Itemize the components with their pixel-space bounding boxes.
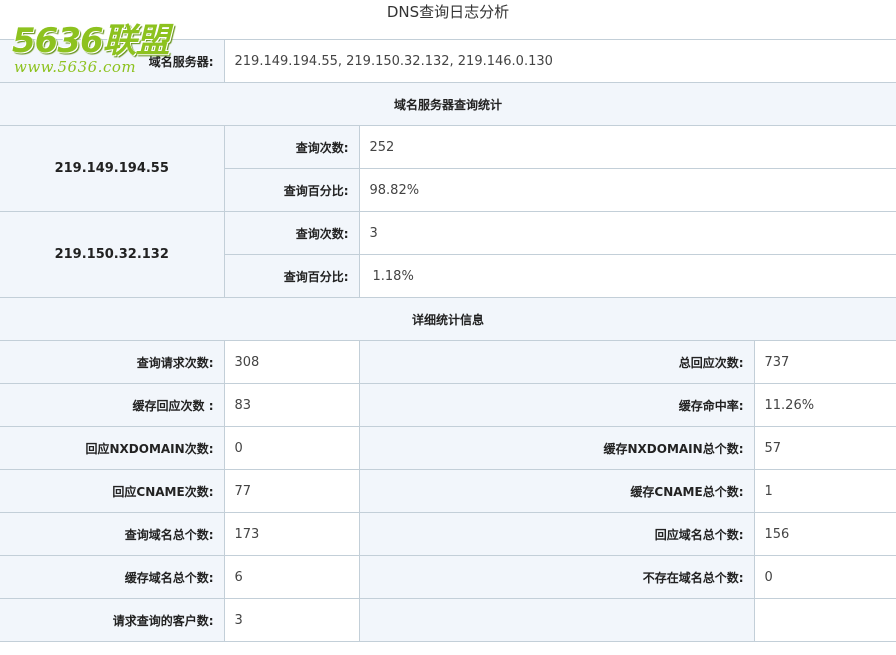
detail-label-right: 缓存CNAME总个数: xyxy=(358,469,755,513)
detail-label-right: 缓存NXDOMAIN总个数: xyxy=(358,426,755,470)
detail-row: 查询请求次数: 308 总回应次数: 737 xyxy=(0,340,896,384)
server-stats-heading: 域名服务器查询统计 xyxy=(0,82,896,126)
detail-value-left: 173 xyxy=(223,512,360,556)
detail-label-left: 查询域名总个数: xyxy=(0,512,225,556)
detail-row: 回应CNAME次数: 77 缓存CNAME总个数: 1 xyxy=(0,469,896,513)
section-header-row: 详细统计信息 xyxy=(0,297,896,341)
detail-label-left: 回应CNAME次数: xyxy=(0,469,225,513)
detail-label-left: 查询请求次数: xyxy=(0,340,225,384)
server-stat-row: 219.150.32.132 查询次数: 3 xyxy=(0,211,896,298)
dns-server-value: 219.149.194.55, 219.150.32.132, 219.146.… xyxy=(223,39,896,83)
dns-server-row: 域名服务器: 219.149.194.55, 219.150.32.132, 2… xyxy=(0,39,896,83)
detail-value-right: 11.26% xyxy=(753,383,896,427)
query-percent-value: 1.18% xyxy=(358,254,896,298)
query-percent-label: 查询百分比: xyxy=(224,254,360,298)
detail-value-right: 57 xyxy=(753,426,896,470)
server-stat-row: 219.149.194.55 查询次数: 252 xyxy=(0,125,896,212)
detail-value-left: 83 xyxy=(223,383,360,427)
detail-value-right: 156 xyxy=(753,512,896,556)
detail-label-right: 总回应次数: xyxy=(358,340,755,384)
detail-value-right: 0 xyxy=(753,555,896,599)
detail-value-right: 737 xyxy=(753,340,896,384)
detail-label-left: 缓存回应次数 : xyxy=(0,383,225,427)
page-title: DNS查询日志分析 xyxy=(386,3,510,21)
detail-label-right: 回应域名总个数: xyxy=(358,512,755,556)
detail-value-left: 3 xyxy=(223,598,360,642)
detail-value-left: 308 xyxy=(223,340,360,384)
detail-value-left: 6 xyxy=(223,555,360,599)
detail-row: 查询域名总个数: 173 回应域名总个数: 156 xyxy=(0,512,896,556)
empty-cell xyxy=(358,598,755,642)
query-count-label: 查询次数: xyxy=(223,125,360,169)
detail-row: 请求查询的客户数: 3 xyxy=(0,598,896,642)
empty-cell xyxy=(753,598,896,642)
detail-row: 回应NXDOMAIN次数: 0 缓存NXDOMAIN总个数: 57 xyxy=(0,426,896,470)
section-header-row: 域名服务器查询统计 xyxy=(0,82,896,126)
server-ip: 219.149.194.55 xyxy=(0,125,225,212)
dns-stats-table: 域名服务器: 219.149.194.55, 219.150.32.132, 2… xyxy=(0,39,896,642)
detail-row: 缓存域名总个数: 6 不存在域名总个数: 0 xyxy=(0,555,896,599)
detail-row: 缓存回应次数 : 83 缓存命中率: 11.26% xyxy=(0,383,896,427)
detail-label-left: 回应NXDOMAIN次数: xyxy=(0,426,225,470)
detail-label-right: 不存在域名总个数: xyxy=(358,555,755,599)
query-count-value: 3 xyxy=(358,211,896,255)
server-ip: 219.150.32.132 xyxy=(0,211,225,298)
detail-label-left: 缓存域名总个数: xyxy=(0,555,225,599)
detail-label-right: 缓存命中率: xyxy=(358,383,755,427)
detail-value-left: 77 xyxy=(223,469,360,513)
detail-value-right: 1 xyxy=(753,469,896,513)
detail-value-left: 0 xyxy=(223,426,360,470)
query-count-label: 查询次数: xyxy=(223,211,360,255)
query-count-value: 252 xyxy=(358,125,896,169)
dns-server-label: 域名服务器: xyxy=(0,39,225,83)
query-percent-label: 查询百分比: xyxy=(224,168,360,212)
detail-label-left: 请求查询的客户数: xyxy=(0,598,225,642)
query-percent-value: 98.82% xyxy=(358,168,896,212)
detail-stats-heading: 详细统计信息 xyxy=(0,297,896,341)
